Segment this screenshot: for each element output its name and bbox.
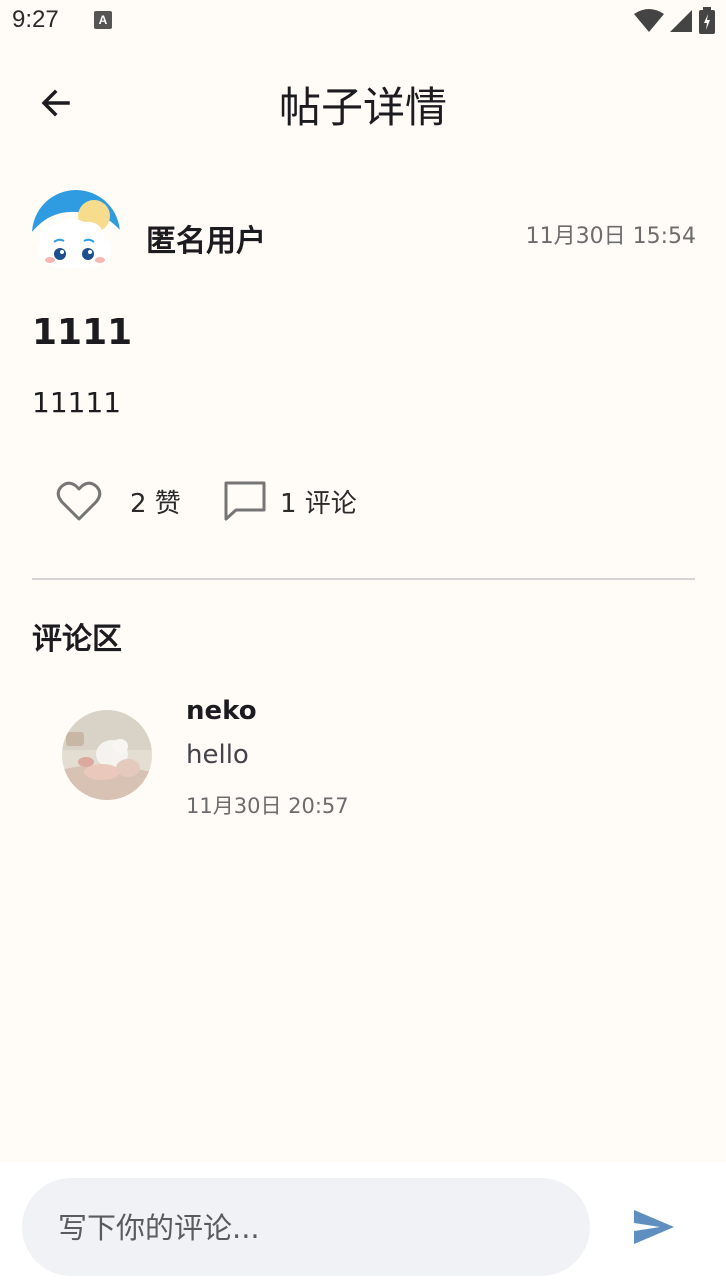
cloud-sun-avatar-icon [32,190,120,278]
author-avatar[interactable] [32,190,120,278]
author-name[interactable]: 匿名用户 [146,216,266,260]
post-header: 匿名用户 11月30日 15:54 [32,190,696,278]
user-photo-avatar [62,710,152,800]
send-button[interactable] [626,1202,682,1252]
divider [32,578,695,580]
like-count: 2 赞 [130,488,181,519]
post-time: 11月30日 15:54 [525,224,696,249]
cell-signal-icon [670,10,692,32]
post-content: 11111 [32,386,122,419]
comment-count: 1 评论 [280,488,357,519]
heart-outline-icon [56,481,102,521]
status-bar: 9:27 A [0,0,726,44]
like-button[interactable]: 2 赞 [56,478,181,524]
comment-item: neko hello 11月30日 20:57 [62,692,662,832]
battery-icon [699,7,715,34]
status-time: 9:27 [12,6,59,33]
status-icons [634,6,716,36]
comment-input[interactable] [56,1178,560,1278]
comment-input-container[interactable] [22,1178,590,1278]
app-bar: 帖子详情 [0,60,726,146]
comment-button[interactable]: 1 评论 [222,478,357,524]
notification-a-icon: A [94,11,112,29]
comment-avatar[interactable] [62,710,152,800]
comment-author[interactable]: neko [186,696,257,726]
comment-time: 11月30日 20:57 [186,794,349,818]
comments-section-title: 评论区 [32,622,122,657]
page-title: 帖子详情 [278,83,447,132]
wifi-icon [634,9,664,32]
comment-bubble-icon [224,481,266,521]
comment-text: hello [186,740,249,770]
comment-bar [0,1162,726,1285]
send-icon [634,1210,674,1244]
post-title: 1111 [32,312,133,353]
